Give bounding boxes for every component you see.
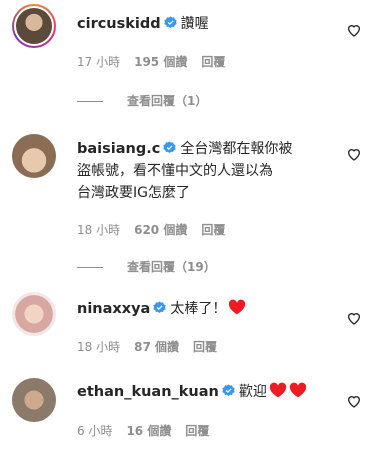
red-heart-emoji — [269, 382, 286, 398]
username[interactable]: ninaxxya — [77, 301, 150, 317]
comment-meta: 6 小時 16 個讚 回覆 — [77, 422, 223, 439]
view-replies-label: 查看回覆（19） — [127, 260, 216, 274]
reply-button[interactable]: 回覆 — [185, 424, 209, 438]
comment-meta: 17 小時 195 個讚 回覆 — [77, 53, 239, 70]
comment-text-line1: 全台灣都在報你被 — [180, 141, 293, 157]
comment-body: baisiang.c 全台灣都在報你被 盜帳號，看不懂中文的人還以為 台灣政要IG… — [77, 138, 345, 204]
username[interactable]: baisiang.c — [77, 141, 160, 157]
verified-badge-icon — [222, 384, 235, 397]
red-heart-emoji — [229, 299, 246, 315]
like-count[interactable]: 195 個讚 — [134, 55, 187, 69]
verified-badge-icon — [163, 141, 177, 154]
comment-text: 歡迎 — [238, 384, 267, 400]
reply-button[interactable]: 回覆 — [201, 55, 225, 69]
comment-text-line2: 盜帳號，看不懂中文的人還以為 — [77, 163, 273, 179]
comment-meta: 18 小時 620 個讚 回覆 — [77, 221, 239, 238]
view-replies-button[interactable]: 查看回覆（1） — [77, 92, 207, 109]
like-count[interactable]: 16 個讚 — [126, 424, 171, 438]
heart-outline-icon[interactable] — [346, 310, 362, 326]
comment-body: circuskidd 讚喔 — [77, 13, 345, 35]
username[interactable]: ethan_kuan_kuan — [77, 384, 219, 400]
like-count[interactable]: 87 個讚 — [134, 340, 179, 354]
heart-outline-icon[interactable] — [346, 393, 362, 409]
avatar-circuskidd[interactable] — [12, 4, 56, 48]
red-heart-emoji — [289, 382, 306, 398]
comment-body: ninaxxya 太棒了！ — [77, 298, 345, 320]
timestamp: 18 小時 — [77, 223, 121, 237]
avatar-ethan[interactable] — [12, 378, 56, 422]
reply-button[interactable]: 回覆 — [201, 223, 225, 237]
comment-text: 太棒了！ — [170, 301, 227, 317]
verified-badge-icon — [153, 301, 167, 314]
username[interactable]: circuskidd — [77, 16, 161, 32]
avatar-baisiang[interactable] — [12, 134, 56, 178]
comment-text: 讚喔 — [180, 16, 209, 32]
timestamp: 17 小時 — [77, 55, 121, 69]
divider-line — [77, 267, 103, 268]
timestamp: 6 小時 — [77, 424, 113, 438]
timestamp: 18 小時 — [77, 340, 121, 354]
view-replies-label: 查看回覆（1） — [127, 94, 208, 108]
avatar-ninaxxya[interactable] — [12, 292, 56, 336]
like-count[interactable]: 620 個讚 — [134, 223, 187, 237]
comment-text-line3: 台灣政要IG怎麼了 — [77, 185, 190, 201]
reply-button[interactable]: 回覆 — [193, 340, 217, 354]
heart-outline-icon[interactable] — [346, 146, 362, 162]
divider-line — [77, 101, 103, 102]
comment-body: ethan_kuan_kuan 歡迎 — [77, 381, 345, 403]
comment-meta: 18 小時 87 個讚 回覆 — [77, 338, 231, 355]
view-replies-button[interactable]: 查看回覆（19） — [77, 258, 216, 275]
verified-badge-icon — [163, 16, 177, 29]
heart-outline-icon[interactable] — [346, 22, 362, 38]
